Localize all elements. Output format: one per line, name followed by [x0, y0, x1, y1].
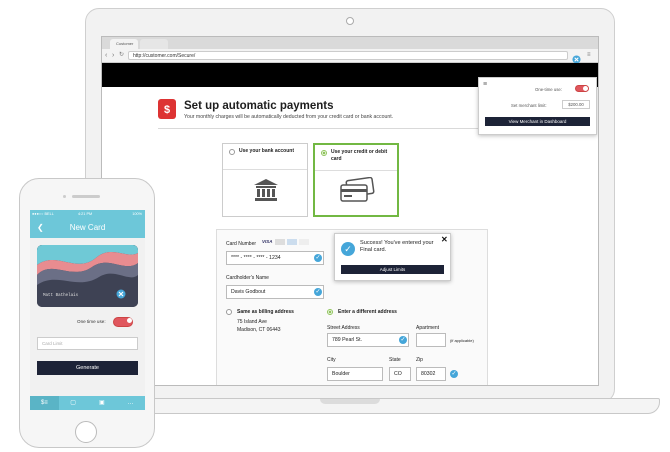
- same-billing-radio[interactable]: [226, 309, 232, 315]
- phone-header-title: New Card: [69, 223, 106, 232]
- different-address-label: Enter a different address: [338, 309, 397, 315]
- credit-card-radio[interactable]: [321, 150, 327, 156]
- apartment-note: (if applicable): [450, 338, 474, 343]
- bank-icon: [254, 179, 278, 201]
- laptop-notch: [320, 399, 380, 404]
- url-input[interactable]: http://customer.com/Secure/: [128, 51, 568, 60]
- different-address-radio[interactable]: [327, 309, 333, 315]
- card-brands: VISA: [262, 239, 309, 245]
- phone-header: ❮ New Card: [30, 218, 145, 238]
- zip-check-icon: ✓: [450, 370, 458, 378]
- view-dashboard-button[interactable]: View Merchant in Dashboard: [485, 117, 590, 126]
- apartment-label: Apartment: [416, 325, 440, 331]
- amex-logo: [286, 239, 297, 245]
- phone-one-time-toggle[interactable]: [113, 317, 133, 327]
- generate-button[interactable]: Generate: [37, 361, 138, 375]
- bank-account-radio[interactable]: [229, 149, 235, 155]
- state-input[interactable]: CO: [389, 367, 411, 381]
- calendar-payment-icon: $: [158, 99, 176, 119]
- merchant-limit-input[interactable]: $200.00: [562, 100, 590, 109]
- success-check-icon: ✓: [341, 242, 355, 256]
- battery-status: 100%: [132, 212, 142, 216]
- adjust-limits-button[interactable]: Adjust Limits: [341, 265, 444, 274]
- back-arrow-icon[interactable]: ❮: [37, 218, 44, 238]
- credit-card-label: Use your credit or debit card: [315, 145, 397, 171]
- zip-label: Zip: [416, 357, 423, 363]
- bank-account-option[interactable]: Use your bank account: [222, 143, 308, 217]
- street-check-icon: ✓: [399, 336, 407, 344]
- phone-one-time-label: One time use:: [77, 319, 106, 324]
- phone-status-bar: ●●●○○ BELL 4:21 PM 100%: [30, 210, 145, 218]
- billing-address-line2: Madison, CT 06443: [237, 327, 281, 333]
- extension-icon[interactable]: [572, 51, 581, 64]
- card-number-label: Card Number: [226, 241, 257, 247]
- card-limit-input[interactable]: Card Limit: [37, 337, 138, 350]
- visa-logo: VISA: [262, 239, 273, 244]
- phone-camera: [63, 195, 66, 198]
- browser-tabbar: Customer: [102, 37, 598, 49]
- phone-tab-bar: $≡ ▢ ▣ …: [30, 396, 145, 410]
- reload-icon[interactable]: ↻: [119, 51, 124, 60]
- zip-input[interactable]: 80302: [416, 367, 446, 381]
- merchant-limit-label: Set merchant limit:: [511, 103, 547, 108]
- browser-tab[interactable]: Customer: [110, 39, 138, 49]
- one-time-label: One-time use:: [535, 87, 562, 92]
- bank-account-label: Use your bank account: [223, 144, 307, 170]
- browser-addressbar: ‹ › ↻ http://customer.com/Secure/ ≡: [102, 49, 598, 64]
- billing-address-line1: 75 Island Ave: [237, 319, 267, 325]
- page-subtitle: Your monthly charges will be automatical…: [184, 114, 394, 120]
- status-time: 4:21 PM: [78, 212, 93, 216]
- street-label: Street Address: [327, 325, 360, 331]
- success-popup: ✓ Success! You've entered your Final car…: [334, 233, 451, 281]
- card-holder-name: Matt Bathelais: [43, 294, 79, 298]
- phone-screen: ●●●○○ BELL 4:21 PM 100% ❮ New Card Matt …: [30, 210, 145, 410]
- tab-card-icon[interactable]: ▢: [59, 396, 88, 410]
- divider: [158, 128, 498, 129]
- browser-tab[interactable]: [140, 39, 168, 49]
- same-billing-label: Same as billing address: [237, 309, 294, 315]
- phone-speaker: [72, 195, 100, 198]
- discover-logo: [298, 239, 309, 245]
- one-time-toggle[interactable]: [575, 85, 589, 92]
- city-label: City: [327, 357, 336, 363]
- extension-popup: ≡ One-time use: Set merchant limit: $200…: [478, 77, 597, 135]
- carrier-signal: ●●●○○ BELL: [32, 212, 54, 216]
- success-message: Success! You've entered your Final card.: [360, 240, 434, 253]
- menu-icon[interactable]: ≡: [587, 51, 591, 60]
- apartment-input[interactable]: [416, 333, 446, 347]
- page-title: Set up automatic payments: [184, 100, 334, 112]
- card-number-check-icon: ✓: [314, 254, 322, 262]
- laptop-screen: Customer ‹ › ↻ http://customer.com/Secur…: [101, 36, 599, 386]
- state-label: State: [389, 357, 401, 363]
- laptop-camera: [346, 17, 354, 25]
- tab-cards-icon[interactable]: ▣: [88, 396, 117, 410]
- close-icon[interactable]: ✕: [441, 235, 448, 244]
- mastercard-logo: [274, 239, 285, 245]
- forward-icon[interactable]: ›: [112, 51, 114, 60]
- tab-chat-icon[interactable]: …: [116, 396, 145, 410]
- tab-dollar-icon[interactable]: $≡: [30, 396, 59, 410]
- virtual-card: Matt Bathelais: [37, 245, 138, 307]
- credit-cards-icon: [340, 177, 375, 202]
- back-icon[interactable]: ‹: [105, 51, 107, 60]
- cardholder-label: Cardholder's Name: [226, 275, 269, 281]
- hamburger-icon[interactable]: ≡: [483, 81, 487, 88]
- credit-card-option[interactable]: Use your credit or debit card: [313, 143, 399, 217]
- city-input[interactable]: Boulder: [327, 367, 383, 381]
- cardholder-check-icon: ✓: [314, 288, 322, 296]
- card-number-input[interactable]: **** - **** - **** - 1234: [226, 251, 324, 265]
- street-input[interactable]: 789 Pearl St.: [327, 333, 409, 347]
- cardholder-input[interactable]: Davis Godbout: [226, 285, 324, 299]
- card-logo-icon: [116, 289, 126, 299]
- phone-home-button[interactable]: [75, 421, 97, 443]
